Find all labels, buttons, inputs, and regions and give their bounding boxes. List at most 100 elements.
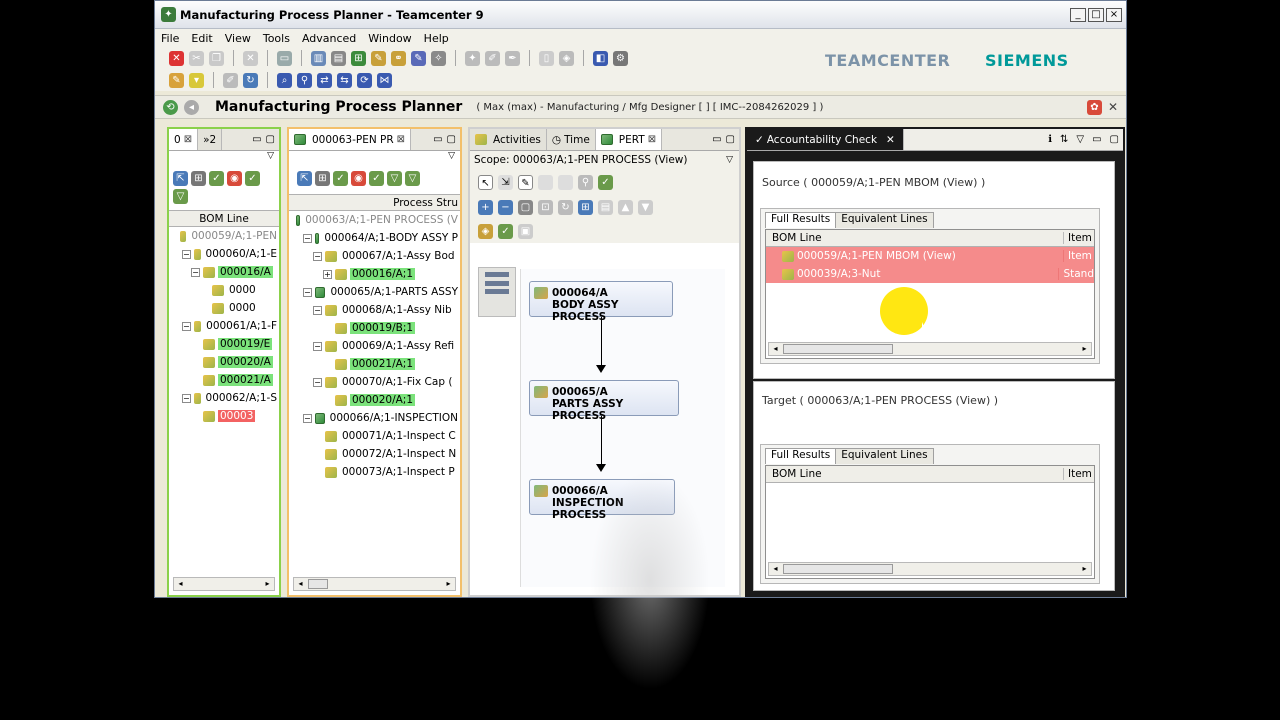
filter-down-icon[interactable]: ▽ (405, 171, 420, 186)
tree-item[interactable]: − 000062/A;1-S (169, 389, 279, 407)
check-icon[interactable]: ✓ (209, 171, 224, 186)
scroll-left-icon[interactable]: ◂ (174, 578, 187, 590)
column-bom-line[interactable]: BOM Line (766, 468, 1064, 480)
tree-item[interactable]: − 000061/A;1-F (169, 317, 279, 335)
scroll-right-icon[interactable]: ▸ (1078, 563, 1091, 575)
tree-item[interactable]: 000021/A;1 (289, 355, 460, 373)
scroll-left-icon[interactable]: ◂ (769, 343, 782, 355)
tab-overflow[interactable]: »2 (198, 129, 223, 150)
copy-icon[interactable]: ❐ (209, 50, 224, 66)
scroll-thumb[interactable] (308, 579, 328, 589)
expand-icon[interactable]: ⇱ (173, 171, 188, 186)
title-bar[interactable]: ✦ Manufacturing Process Planner - Teamce… (155, 1, 1126, 29)
flow-icon[interactable]: ✓ (598, 174, 613, 190)
edit-icon[interactable]: ✎ (411, 50, 426, 66)
table-row[interactable]: 000059/A;1-PEN MBOM (View) Item (766, 247, 1094, 265)
tool-icon[interactable]: ✧ (431, 50, 446, 66)
view-menu-icon[interactable]: ▽ (289, 151, 460, 169)
scroll-left-icon[interactable]: ◂ (769, 563, 782, 575)
horizontal-scrollbar[interactable]: ◂ ▸ (293, 577, 456, 591)
view-menu-icon[interactable]: ▽ (1076, 134, 1084, 145)
filter-icon[interactable]: ▽ (387, 171, 402, 186)
tree-item[interactable]: 00003 (169, 407, 279, 425)
zoom-in-icon[interactable]: + (478, 199, 493, 215)
menu-window[interactable]: Window (368, 32, 411, 45)
tree-item[interactable]: − 000060/A;1-E (169, 245, 279, 263)
up-icon[interactable]: ▲ (618, 199, 633, 215)
refresh-icon[interactable]: ↻ (243, 72, 258, 88)
sync-icon[interactable]: ⟳ (357, 72, 372, 88)
rename-icon[interactable]: ✐ (223, 72, 238, 88)
collapse-icon[interactable]: − (313, 251, 322, 261)
structure-icon[interactable]: ⊞ (191, 171, 206, 186)
accept-icon[interactable]: ✓ (369, 171, 384, 186)
tree-item[interactable]: − 000065/A;1-PARTS ASSY (289, 283, 460, 301)
collapse-icon[interactable]: − (313, 305, 322, 315)
pin-icon[interactable]: ⚲ (578, 174, 593, 190)
collapse-icon[interactable]: − (182, 321, 191, 331)
remove-icon[interactable]: ✕ (243, 50, 258, 66)
back-icon[interactable]: ◂ (184, 99, 199, 115)
down-icon[interactable]: ▼ (638, 199, 653, 215)
pert-node-body-assy[interactable]: 000064/A BODY ASSY PROCESS (529, 281, 673, 323)
tab-accountability-check[interactable]: ✓ Accountability Check ✕ (747, 129, 904, 150)
print-icon[interactable]: ▤ (331, 50, 346, 66)
minimize-button[interactable]: _ (1070, 7, 1086, 22)
tree-item[interactable]: 000021/A (169, 371, 279, 389)
collapse-icon[interactable]: − (313, 341, 322, 351)
scroll-right-icon[interactable]: ▸ (261, 578, 274, 590)
collapse-icon[interactable]: − (303, 413, 312, 423)
compare-icon[interactable]: ⇆ (337, 72, 352, 88)
tag-icon[interactable]: ◈ (559, 50, 574, 66)
layout-icon[interactable]: ⊡ (538, 199, 553, 215)
collapse-icon[interactable]: − (191, 267, 200, 277)
reroute-icon[interactable]: ↻ (558, 199, 573, 215)
tree-item[interactable]: 000063/A;1-PEN PROCESS (V (289, 211, 460, 229)
layout-icon[interactable]: ▥ (311, 50, 326, 66)
tab-full-results[interactable]: Full Results (765, 448, 837, 464)
document-icon[interactable]: ▯ (539, 50, 554, 66)
column-bom-line[interactable]: BOM Line (766, 232, 1064, 244)
structure-icon[interactable]: ⊞ (315, 171, 330, 186)
view-menu-icon[interactable]: ▽ (169, 151, 279, 169)
minimize-icon[interactable]: ▭ (1092, 134, 1101, 145)
tree-item[interactable]: 0000 (169, 281, 279, 299)
structure-icon[interactable]: ⊞ (351, 50, 366, 66)
close-icon[interactable]: ⊠ (184, 134, 192, 145)
maximize-icon[interactable]: ▢ (266, 134, 275, 145)
assign-icon[interactable]: ✎ (371, 50, 386, 66)
collapse-icon[interactable]: − (303, 287, 312, 297)
tree-item[interactable]: 000059/A;1-PEN (169, 227, 279, 245)
perspective-icon[interactable]: ✿ (1086, 99, 1102, 115)
tree-item[interactable]: 000071/A;1-Inspect C (289, 427, 460, 445)
minimize-icon[interactable]: ▭ (252, 134, 261, 145)
tree-item[interactable]: − 000070/A;1-Fix Cap ( (289, 373, 460, 391)
tab-process-structure[interactable]: 000063-PEN PR ⊠ (289, 129, 412, 150)
close-button[interactable]: × (1106, 7, 1122, 22)
scroll-right-icon[interactable]: ▸ (442, 578, 455, 590)
align-icon[interactable]: ⊞ (578, 199, 593, 215)
network-icon[interactable]: ⋈ (377, 72, 392, 88)
tab-bom[interactable]: 0 ⊠ (169, 129, 199, 150)
wand-icon[interactable]: ✦ (465, 50, 480, 66)
menu-advanced[interactable]: Advanced (302, 32, 356, 45)
tag-icon[interactable]: ◈ (478, 223, 493, 239)
window-icon[interactable]: ▭ (277, 50, 292, 66)
scroll-thumb[interactable] (783, 564, 893, 574)
check-icon[interactable]: ✓ (333, 171, 348, 186)
menu-file[interactable]: File (161, 32, 179, 45)
close-icon[interactable]: ✕ (886, 134, 895, 146)
expand-icon[interactable]: ⇱ (297, 171, 312, 186)
mark-icon[interactable]: ◉ (227, 171, 242, 186)
tree-item[interactable]: 0000 (169, 299, 279, 317)
tree-item[interactable]: − 000016/A (169, 263, 279, 281)
sort-icon[interactable]: ⇅ (1060, 134, 1068, 145)
new-icon[interactable]: ✎ (169, 72, 184, 88)
open-icon[interactable]: ▾ (189, 72, 204, 88)
collapse-icon[interactable]: − (182, 249, 191, 259)
close-icon[interactable]: ⊠ (648, 134, 656, 145)
tree-item[interactable]: 000020/A (169, 353, 279, 371)
collapse-icon[interactable]: − (182, 393, 191, 403)
brush-icon[interactable]: ✐ (485, 50, 500, 66)
filter-icon[interactable]: ⚲ (297, 72, 312, 88)
